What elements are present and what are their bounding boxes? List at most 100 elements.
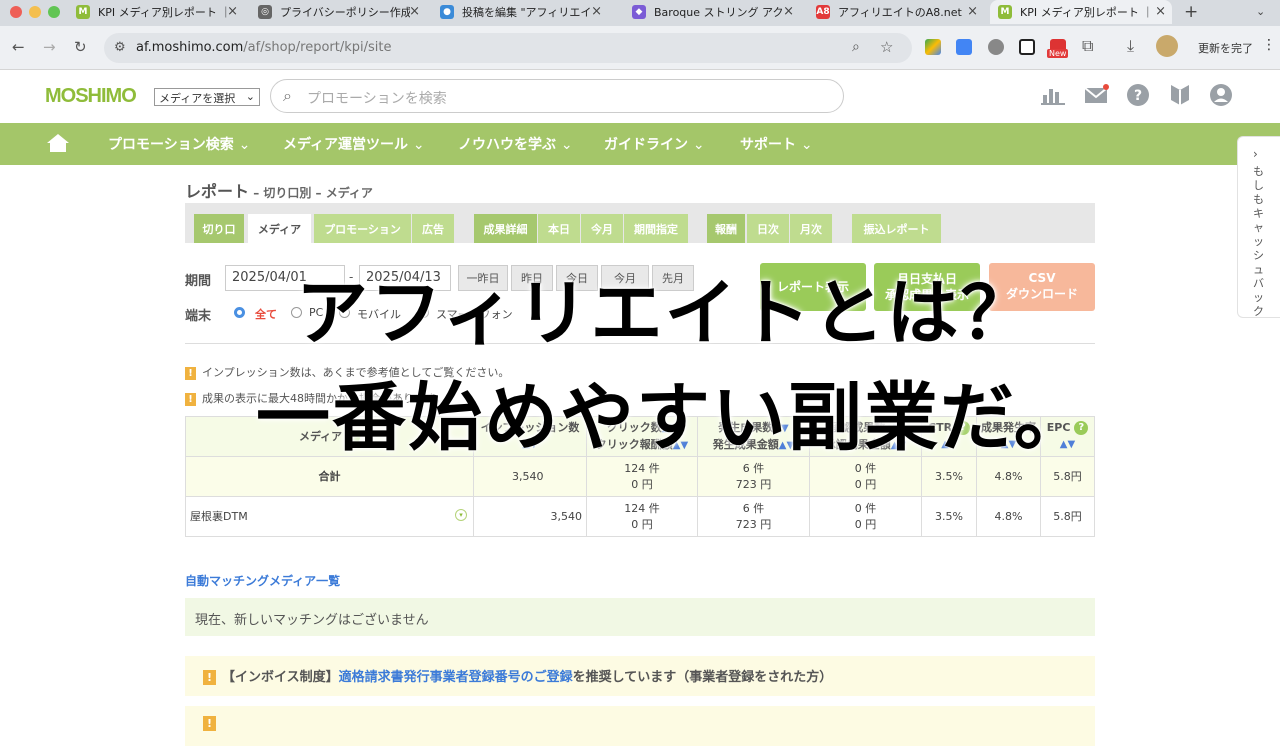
- chevron-down-icon: ⌄: [238, 137, 251, 153]
- media-select[interactable]: メディアを選択 ⌄: [154, 88, 260, 106]
- tab-media[interactable]: メディア: [248, 214, 311, 243]
- close-window-icon[interactable]: [10, 6, 22, 18]
- tab-daily[interactable]: 日次: [747, 214, 789, 243]
- cashback-label: もしもキャッシュバック: [1253, 165, 1264, 318]
- tab-reward[interactable]: 報酬: [707, 214, 745, 243]
- tab-promotion[interactable]: プロモーション: [314, 214, 411, 243]
- url-path: /af/shop/report/kpi/site: [243, 40, 392, 55]
- invoice-registration-link[interactable]: 適格請求書発行事業者登録番号のご登録: [339, 670, 573, 685]
- expand-circle-icon[interactable]: ▾: [455, 509, 467, 521]
- extensions-puzzle-icon[interactable]: ⧉: [1082, 36, 1093, 56]
- translate-extension-icon[interactable]: [956, 39, 972, 55]
- cell-name: 屋根裏DTM ▾: [185, 496, 474, 537]
- tab-period[interactable]: 期間指定: [624, 214, 688, 243]
- cell-approved-value: 0 件: [854, 501, 877, 515]
- tab-monthly[interactable]: 月次: [790, 214, 832, 243]
- tab-favicon-icon: M: [998, 5, 1012, 19]
- cell-name-text[interactable]: 屋根裏DTM: [190, 510, 248, 523]
- minimize-window-icon[interactable]: [29, 6, 41, 18]
- chevron-right-icon: ›: [1253, 147, 1258, 161]
- tab-ad[interactable]: 広告: [412, 214, 454, 243]
- help-icon[interactable]: ?: [1126, 83, 1152, 109]
- main-nav: プロモーション検索 ⌄ メディア運営ツール ⌄ ノウハウを学ぶ ⌄ ガイドライン ⌄ サ…: [0, 123, 1280, 165]
- browser-tab[interactable]: ● 投稿を編集 "アフィリエイト ×: [432, 0, 608, 24]
- notion-extension-icon[interactable]: [1019, 39, 1035, 55]
- cell-occurred-amount: 723 円: [735, 517, 772, 531]
- promotion-search-input[interactable]: ⌕ プロモーションを検索: [270, 79, 844, 113]
- maximize-window-icon[interactable]: [48, 6, 60, 18]
- device-label: 端末: [185, 309, 212, 324]
- tab-favicon-icon: M: [76, 5, 90, 19]
- tab-today[interactable]: 本日: [538, 214, 580, 243]
- tab-search-icon[interactable]: ⌄: [1256, 5, 1265, 18]
- nav-item-label: サポート: [740, 137, 796, 153]
- url-host: af.moshimo.com: [136, 40, 244, 55]
- browser-tab-bar: M KPI メディア別レポート ｜ × ◎ プライバシーポリシー作成 × ● 投稿を編集 "ア…: [0, 0, 1280, 26]
- radio-all-label: 全て: [255, 308, 277, 321]
- search-placeholder: プロモーションを検索: [307, 91, 447, 107]
- tab-result-detail[interactable]: 成果詳細: [474, 214, 537, 243]
- tab-transfer-report[interactable]: 振込レポート: [852, 214, 941, 243]
- home-icon[interactable]: [46, 133, 70, 157]
- report-chart-icon[interactable]: [1041, 83, 1067, 109]
- cell-approved-amount: 0 円: [854, 517, 877, 531]
- moshimo-logo[interactable]: MOSHIMO: [45, 85, 137, 108]
- download-icon[interactable]: ⤓: [1127, 36, 1134, 56]
- warning-icon: !: [203, 716, 216, 731]
- forward-icon[interactable]: →: [43, 38, 56, 56]
- browser-tab[interactable]: ◆ Baroque ストリング アクシ ×: [624, 0, 800, 24]
- mail-icon[interactable]: [1084, 83, 1110, 109]
- cashback-side-tab[interactable]: › もしもキャッシュバック: [1237, 136, 1280, 318]
- browser-tab[interactable]: M KPI メディア別レポート ｜ ×: [68, 0, 244, 24]
- chevron-down-icon: ⌄: [800, 137, 813, 153]
- url-text: af.moshimo.com/af/shop/report/kpi/site: [136, 40, 392, 55]
- tab-title: KPI メディア別レポート ｜: [98, 6, 228, 19]
- tab-close-icon[interactable]: ×: [967, 4, 978, 19]
- browser-tab[interactable]: A8 アフィリエイトのA8.net ×: [808, 0, 984, 24]
- tab-this-month[interactable]: 今月: [581, 214, 623, 243]
- new-tab-icon[interactable]: +: [1184, 2, 1198, 22]
- warning-icon: !: [185, 393, 196, 406]
- beginner-mark-icon[interactable]: [1169, 83, 1195, 109]
- nav-item[interactable]: プロモーション検索 ⌄: [108, 134, 250, 154]
- reload-icon[interactable]: ↻: [74, 38, 87, 56]
- tab-title: KPI メディア別レポート ｜: [1020, 6, 1150, 19]
- nav-item-label: メディア運営ツール: [283, 137, 409, 153]
- bookmark-star-icon[interactable]: ☆: [880, 38, 893, 56]
- nav-item[interactable]: サポート ⌄: [740, 134, 813, 154]
- tab-close-icon[interactable]: ×: [591, 4, 602, 19]
- address-bar[interactable]: ⚙ af.moshimo.com/af/shop/report/kpi/site…: [104, 33, 912, 63]
- back-icon[interactable]: ←: [12, 38, 25, 56]
- cell-clicks: 124 件 0 円: [586, 496, 698, 537]
- zoom-icon[interactable]: ⌕: [852, 39, 860, 55]
- site-info-icon[interactable]: ⚙: [114, 40, 126, 55]
- tab-title: Baroque ストリング アクシ: [654, 6, 784, 19]
- overlay-caption-line2: 一番始めやすい副業だ。: [256, 375, 1090, 461]
- nav-item[interactable]: ノウハウを学ぶ ⌄: [458, 134, 573, 154]
- update-button[interactable]: 更新を完了: [1198, 40, 1253, 56]
- nav-item[interactable]: メディア運営ツール ⌄: [283, 134, 425, 154]
- tab-close-icon[interactable]: ×: [227, 4, 238, 19]
- cell-rate: 4.8%: [976, 496, 1041, 537]
- profile-avatar[interactable]: [1156, 35, 1178, 57]
- browser-tab[interactable]: M KPI メディア別レポート ｜ ×: [990, 0, 1172, 24]
- radio-device-all[interactable]: [234, 307, 245, 318]
- browser-tab[interactable]: ◎ プライバシーポリシー作成 ×: [250, 0, 426, 24]
- second-notice: !: [185, 706, 1095, 746]
- page-title: レポート – 切り口別 – メディア: [185, 178, 373, 202]
- tab-favicon-icon: A8: [816, 5, 830, 19]
- chat-extension-icon[interactable]: [988, 39, 1004, 55]
- auto-matching-link[interactable]: 自動マッチングメディア一覧: [185, 572, 340, 589]
- tab-close-icon[interactable]: ×: [783, 4, 794, 19]
- account-icon[interactable]: [1209, 83, 1235, 109]
- drive-extension-icon[interactable]: [925, 39, 941, 55]
- cell-epc: 5.8円: [1040, 496, 1095, 537]
- tab-kirikuchi[interactable]: 切り口: [194, 214, 244, 243]
- warning-icon: !: [185, 367, 196, 380]
- nav-item[interactable]: ガイドライン ⌄: [604, 134, 705, 154]
- cell-clicks-value: 124 件: [624, 501, 660, 515]
- tab-close-icon[interactable]: ×: [1155, 4, 1166, 19]
- tab-close-icon[interactable]: ×: [409, 4, 420, 19]
- nav-item-label: プロモーション検索: [108, 137, 234, 153]
- menu-kebab-icon[interactable]: ⋮: [1262, 37, 1276, 53]
